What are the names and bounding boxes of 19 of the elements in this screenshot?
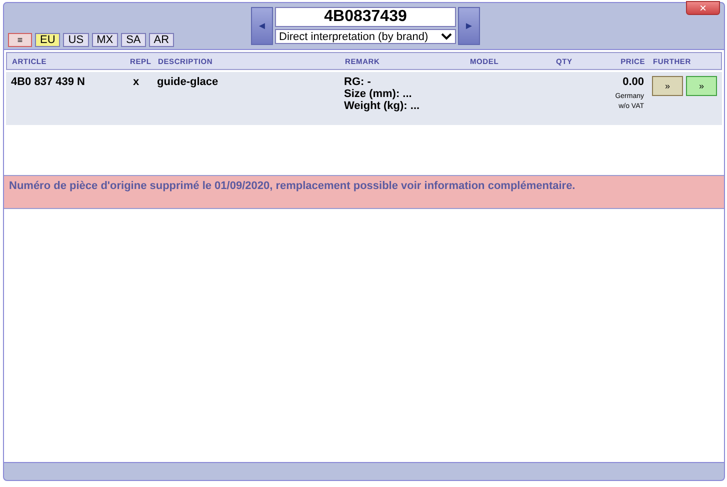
price-cell: 0.00 [622, 76, 644, 88]
notice-banner: Numéro de pièce d'origine supprimé le 01/09/2020, remplacement possible voir information complémentaire. [4, 175, 724, 209]
remark-text: RG: - [344, 76, 372, 88]
article-cell-text: 4B0 837 439 N [11, 76, 86, 88]
menu-button[interactable]: ≡ [8, 33, 32, 47]
description-cell-text: guide-glace [157, 76, 220, 88]
remark-text: Weight (kg): ... [344, 100, 421, 112]
search-field[interactable]: 4B0837439 [275, 7, 456, 27]
mode-dropdown[interactable]: Direct interpretation (by brand) [275, 29, 456, 44]
more-button[interactable]: » [686, 76, 717, 96]
repl-cell-text: x [132, 76, 140, 88]
region-button[interactable]: EU [35, 33, 60, 47]
chevron-icon [441, 33, 452, 40]
region-button[interactable]: AR [148, 33, 174, 47]
region-button[interactable]: SA [121, 33, 146, 47]
region-button[interactable]: US [63, 33, 89, 47]
remark-text: Size (mm): ... [344, 88, 413, 100]
region-button[interactable]: MX [92, 33, 118, 47]
more-button[interactable]: » [652, 76, 683, 96]
